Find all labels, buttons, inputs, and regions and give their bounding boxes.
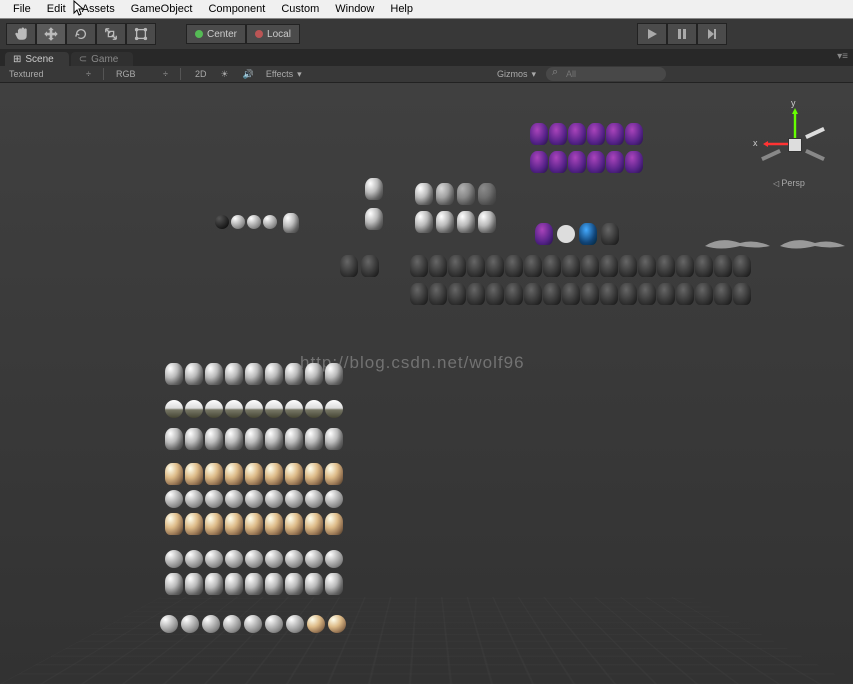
menu-edit[interactable]: Edit <box>39 1 74 17</box>
effects-dropdown[interactable]: Effects ▾ <box>262 69 306 80</box>
object-row[interactable] <box>365 208 383 230</box>
pause-button[interactable] <box>667 23 697 45</box>
object-row[interactable] <box>415 211 496 233</box>
menu-gameobject[interactable]: GameObject <box>123 1 201 17</box>
dropdown-icon: ▾ <box>297 69 302 80</box>
object-row[interactable] <box>340 255 379 277</box>
gizmo-z-axis[interactable] <box>805 127 825 139</box>
tab-bar: ⊞ Scene ⊂ Game ▾≡ <box>0 49 853 66</box>
search-wrapper <box>546 67 666 81</box>
scene-tab-icon: ⊞ <box>13 54 21 65</box>
rotate-tool-button[interactable] <box>66 23 96 45</box>
scene-search-input[interactable] <box>546 67 666 81</box>
gizmo-y-label: y <box>791 98 796 108</box>
scene-tab-label: Scene <box>25 54 53 65</box>
scale-tool-button[interactable] <box>96 23 126 45</box>
object-row[interactable] <box>160 613 346 633</box>
object-row[interactable] <box>415 183 496 205</box>
grid-floor <box>0 597 853 684</box>
divider <box>103 68 104 80</box>
game-tab-icon: ⊂ <box>79 54 87 65</box>
cursor-icon <box>73 0 85 18</box>
object-row[interactable] <box>165 428 343 450</box>
tab-scene[interactable]: ⊞ Scene <box>5 52 69 66</box>
gizmo-y-axis[interactable] <box>792 108 798 138</box>
object-row[interactable] <box>530 123 643 145</box>
menu-component[interactable]: Component <box>200 1 273 17</box>
object-row[interactable] <box>410 283 751 305</box>
gizmos-dropdown[interactable]: Gizmos▾ <box>493 69 540 80</box>
scene-controls: Textured÷ RGB÷ 2D ☀ 🔊 Effects▾ Gizmos▾ <box>0 66 853 83</box>
menu-custom[interactable]: Custom <box>273 1 327 17</box>
object-row[interactable] <box>165 398 343 418</box>
object-row[interactable] <box>165 548 343 568</box>
pivot-center-label: Center <box>207 29 237 40</box>
menu-file[interactable]: File <box>5 1 39 17</box>
divider <box>180 68 181 80</box>
2d-toggle[interactable]: 2D <box>189 69 213 79</box>
step-button[interactable] <box>697 23 727 45</box>
gizmo-cone[interactable] <box>805 149 825 161</box>
shading-label: Textured <box>9 69 44 79</box>
gizmo-x-axis[interactable] <box>763 141 788 147</box>
game-tab-label: Game <box>91 54 118 65</box>
dropdown-icon: ÷ <box>163 69 168 79</box>
play-controls <box>637 23 727 45</box>
rect-tool-button[interactable] <box>126 23 156 45</box>
object-row[interactable] <box>365 178 383 200</box>
object-row[interactable] <box>410 255 751 277</box>
toolbar: Center Local <box>0 19 853 49</box>
object-row[interactable] <box>165 513 343 535</box>
transform-tools <box>6 23 156 45</box>
rgb-label: RGB <box>116 69 136 79</box>
menu-window[interactable]: Window <box>327 1 382 17</box>
dropdown-icon: ▾ <box>531 69 536 80</box>
orientation-gizmo[interactable]: y x Persp <box>753 103 833 193</box>
menu-bar: File Edit Assets GameObject Component Cu… <box>0 0 853 19</box>
object-row[interactable] <box>165 463 343 485</box>
gizmo-persp-label[interactable]: Persp <box>773 178 805 188</box>
tab-menu-button[interactable]: ▾≡ <box>837 51 848 62</box>
rgb-dropdown[interactable]: RGB ÷ <box>112 69 172 79</box>
object-row[interactable] <box>165 573 343 595</box>
object-row[interactable] <box>535 223 619 245</box>
gizmo-x-label: x <box>753 138 758 148</box>
scene-viewport[interactable]: y x Persp http://blog.csdn.net/wolf96 <box>0 83 853 684</box>
hand-tool-button[interactable] <box>6 23 36 45</box>
pivot-local-label: Local <box>267 29 291 40</box>
shading-dropdown[interactable]: Textured ÷ <box>5 69 95 79</box>
object-row[interactable] <box>165 488 343 508</box>
lighting-toggle[interactable]: ☀ <box>215 69 235 80</box>
pivot-center-button[interactable]: Center <box>186 24 246 44</box>
gizmo-cone[interactable] <box>761 149 781 161</box>
tab-game[interactable]: ⊂ Game <box>71 52 134 66</box>
menu-help[interactable]: Help <box>382 1 421 17</box>
pivot-local-button[interactable]: Local <box>246 24 300 44</box>
audio-toggle[interactable]: 🔊 <box>237 69 260 80</box>
object-row[interactable] <box>530 151 643 173</box>
play-button[interactable] <box>637 23 667 45</box>
object-row[interactable] <box>215 213 299 233</box>
gizmos-label: Gizmos <box>497 69 528 79</box>
move-tool-button[interactable] <box>36 23 66 45</box>
effects-label: Effects <box>266 69 293 79</box>
gizmo-center[interactable] <box>788 138 802 152</box>
object-row[interactable] <box>165 363 343 385</box>
dropdown-icon: ÷ <box>86 69 91 79</box>
pivot-group: Center Local <box>186 24 300 44</box>
